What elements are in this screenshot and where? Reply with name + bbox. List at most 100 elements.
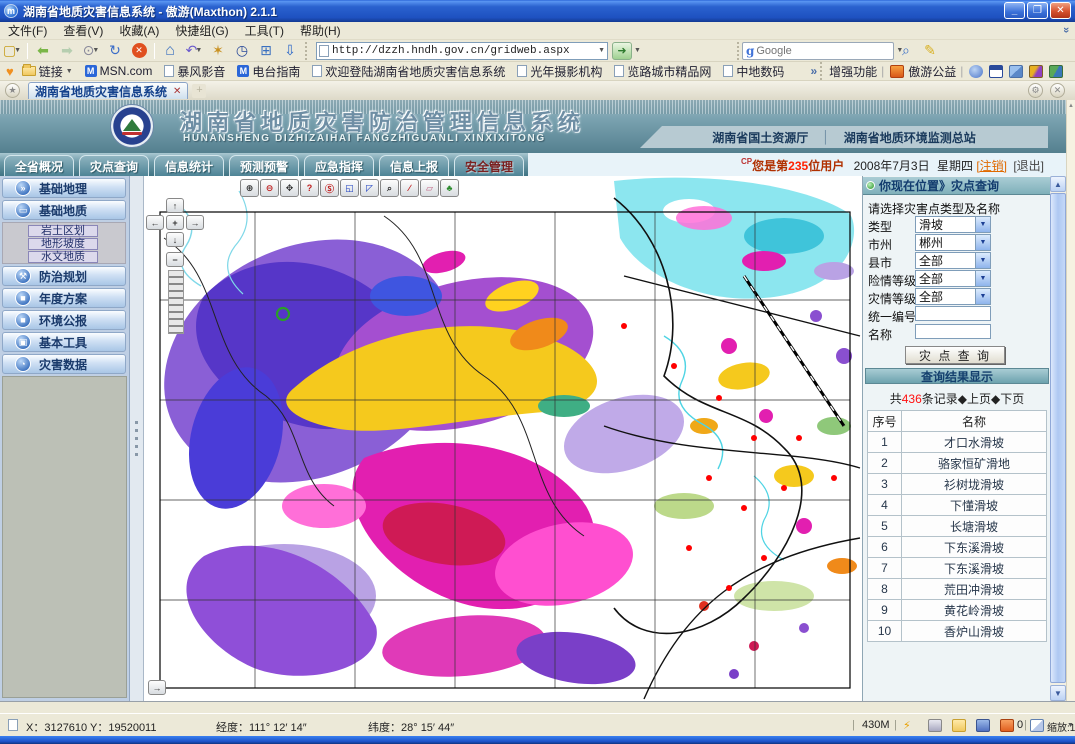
menu-overflow-chevron-icon[interactable]: » xyxy=(1060,27,1072,33)
link-frame-icon[interactable]: ⊞ xyxy=(254,41,278,61)
links-overflow-chevron[interactable]: » xyxy=(810,64,817,78)
nav-tab-province-overview[interactable]: 全省概况 xyxy=(4,155,74,176)
row-name[interactable]: 黄花岭滑坡 xyxy=(902,600,1047,621)
link-land-resources-dept[interactable]: 湖南省国土资源厅 xyxy=(712,129,808,146)
menu-favorites[interactable]: 收藏(A) xyxy=(111,21,167,40)
stop-icon[interactable]: ✕ xyxy=(127,41,151,61)
scrollbar-thumb[interactable] xyxy=(1050,193,1066,683)
table-row[interactable]: 5长塘滑坡 xyxy=(868,516,1047,537)
pan-left-button[interactable]: ← xyxy=(146,215,164,230)
undo-icon[interactable]: ↶▼ xyxy=(182,41,206,61)
folder-status-icon[interactable] xyxy=(952,719,966,732)
link-radio-guide[interactable]: M电台指南 xyxy=(237,63,300,80)
nav-tab-emergency-command[interactable]: 应急指挥 xyxy=(304,155,374,176)
zoom-in-tool-icon[interactable]: ⊕ xyxy=(240,179,259,197)
menu-groups[interactable]: 快捷组(G) xyxy=(167,21,236,40)
download-icon[interactable]: ⇩ xyxy=(278,41,302,61)
search-box[interactable]: g ▼ xyxy=(742,42,894,60)
sidebar-item-environment-bulletin[interactable]: ■环境公报 xyxy=(2,310,126,330)
sidebar-item-annual-plan[interactable]: ■年度方案 xyxy=(2,288,126,308)
row-name[interactable]: 下东溪滑坡 xyxy=(902,537,1047,558)
chevron-down-icon[interactable]: ▼ xyxy=(975,289,990,304)
tab-tools-wrench-icon[interactable]: ⚙ xyxy=(1028,83,1043,98)
user-panel-icon[interactable] xyxy=(969,65,983,78)
menu-file[interactable]: 文件(F) xyxy=(0,21,55,40)
sidebar-item-prevention-planning[interactable]: ⚒防治规划 xyxy=(2,266,126,286)
pan-right-button[interactable]: → xyxy=(186,215,204,230)
chevron-down-icon[interactable]: ▼ xyxy=(975,253,990,268)
chevron-down-icon[interactable]: ▼ xyxy=(975,271,990,286)
scale-query-tool-icon[interactable]: ? xyxy=(300,179,319,197)
search-input[interactable] xyxy=(756,45,898,57)
nav-tab-forecast-warning[interactable]: 预测预警 xyxy=(229,155,299,176)
link-lanlu-city[interactable]: 览路城市精品网 xyxy=(614,63,711,80)
clock-icon[interactable]: ◷ xyxy=(230,41,254,61)
boost-lightning-icon[interactable]: ⚡ xyxy=(903,719,911,732)
pan-up-button[interactable]: ↑ xyxy=(166,198,184,213)
history-dropdown-icon[interactable]: ⊙▼ xyxy=(79,41,103,61)
minimize-button[interactable]: _ xyxy=(1004,2,1025,19)
row-name[interactable]: 长塘滑坡 xyxy=(902,516,1047,537)
tab-list-star-icon[interactable]: ★ xyxy=(5,83,20,98)
go-dropdown-icon[interactable]: ▼ xyxy=(634,47,641,54)
scroll-up-arrow-icon[interactable]: ▲ xyxy=(1050,176,1066,192)
window-panel-icon[interactable] xyxy=(989,65,1003,78)
row-name[interactable]: 下东溪滑坡 xyxy=(902,558,1047,579)
table-row[interactable]: 6下东溪滑坡 xyxy=(868,537,1047,558)
collapse-chevron-icon[interactable]: ▲ xyxy=(1067,103,1075,109)
table-row[interactable]: 4下懂滑坡 xyxy=(868,495,1047,516)
row-name[interactable]: 香炉山滑坡 xyxy=(902,621,1047,642)
row-name[interactable]: 骆家恒矿滑地 xyxy=(902,453,1047,474)
full-extent-tool-icon[interactable]: Ⓢ xyxy=(320,179,339,197)
submenu-hydrogeology[interactable]: 水文地质 xyxy=(28,251,98,263)
restore-button[interactable]: ❐ xyxy=(1027,2,1048,19)
row-name[interactable]: 荒田冲滑坡 xyxy=(902,579,1047,600)
highlight-pen-icon[interactable]: ✎ xyxy=(918,41,942,61)
go-button[interactable]: ➜ xyxy=(612,42,632,60)
submenu-terrain-slope[interactable]: 地形坡度 xyxy=(28,238,98,250)
home-icon[interactable]: ⌂ xyxy=(158,41,182,61)
active-page-tab[interactable]: 湖南省地质灾害信息系统 ✕ xyxy=(28,82,188,99)
link-welcome-hunan-geo[interactable]: 欢迎登陆湖南省地质灾害信息系统 xyxy=(312,63,505,80)
menu-view[interactable]: 查看(V) xyxy=(55,21,111,40)
prev-page-link[interactable]: ◆上页 xyxy=(958,392,991,406)
logout-link[interactable]: [注销] xyxy=(976,159,1007,173)
sidebar-splitter[interactable] xyxy=(130,176,144,701)
chevron-down-icon[interactable]: ▼ xyxy=(975,217,990,232)
submenu-rock-soil-zoning[interactable]: 岩土区划 xyxy=(28,225,98,237)
row-name[interactable]: 才口水滑坡 xyxy=(902,432,1047,453)
book-icon[interactable] xyxy=(976,719,990,732)
prefecture-select[interactable]: 郴州▼ xyxy=(915,234,991,251)
chevron-down-icon[interactable]: ▼ xyxy=(975,235,990,250)
row-name[interactable]: 下懂滑坡 xyxy=(902,495,1047,516)
nav-tab-info-statistics[interactable]: 信息统计 xyxy=(154,155,224,176)
menu-help[interactable]: 帮助(H) xyxy=(292,21,349,40)
paint-tools-icon[interactable] xyxy=(1029,65,1043,78)
select-arrow-tool-icon[interactable]: ◸ xyxy=(360,179,379,197)
link-msn[interactable]: MMSN.com xyxy=(85,64,153,78)
link-guangnian-photo[interactable]: 光年摄影机构 xyxy=(517,63,602,80)
forward-icon[interactable]: ➡ xyxy=(55,41,79,61)
maxthon-charity-link[interactable]: 傲游公益 xyxy=(908,63,956,80)
pan-down-button[interactable]: ↓ xyxy=(166,232,184,247)
favorites-heart-icon[interactable]: ♥ xyxy=(6,64,14,79)
printer-icon[interactable] xyxy=(928,719,942,732)
table-row[interactable]: 10香炉山滑坡 xyxy=(868,621,1047,642)
menu-tools[interactable]: 工具(T) xyxy=(237,21,292,40)
page-scrollbar[interactable]: ▲ ▼ xyxy=(1050,176,1066,701)
exit-link[interactable]: [退出] xyxy=(1013,159,1044,173)
identify-tool-icon[interactable]: ⌕ xyxy=(380,179,399,197)
geological-map-canvas[interactable] xyxy=(144,176,862,701)
enhance-features-link[interactable]: 增强功能 xyxy=(829,63,877,80)
skins-icon[interactable] xyxy=(1049,65,1063,78)
new-tab-icon[interactable]: ▢▼ xyxy=(0,41,24,61)
link-geo-env-monitor-station[interactable]: 湖南省地质环境监测总站 xyxy=(844,129,976,146)
pan-tool-icon[interactable]: ✥ xyxy=(280,179,299,197)
zoom-dropdown-icon[interactable]: ▼ xyxy=(1067,722,1074,729)
select-rectangle-tool-icon[interactable]: ◱ xyxy=(340,179,359,197)
back-icon[interactable]: ⬅ xyxy=(31,41,55,61)
table-row[interactable]: 9黄花岭滑坡 xyxy=(868,600,1047,621)
expand-panel-arrow-button[interactable]: → xyxy=(148,680,166,695)
table-row[interactable]: 2骆家恒矿滑地 xyxy=(868,453,1047,474)
risk-level-select[interactable]: 全部▼ xyxy=(915,270,991,287)
